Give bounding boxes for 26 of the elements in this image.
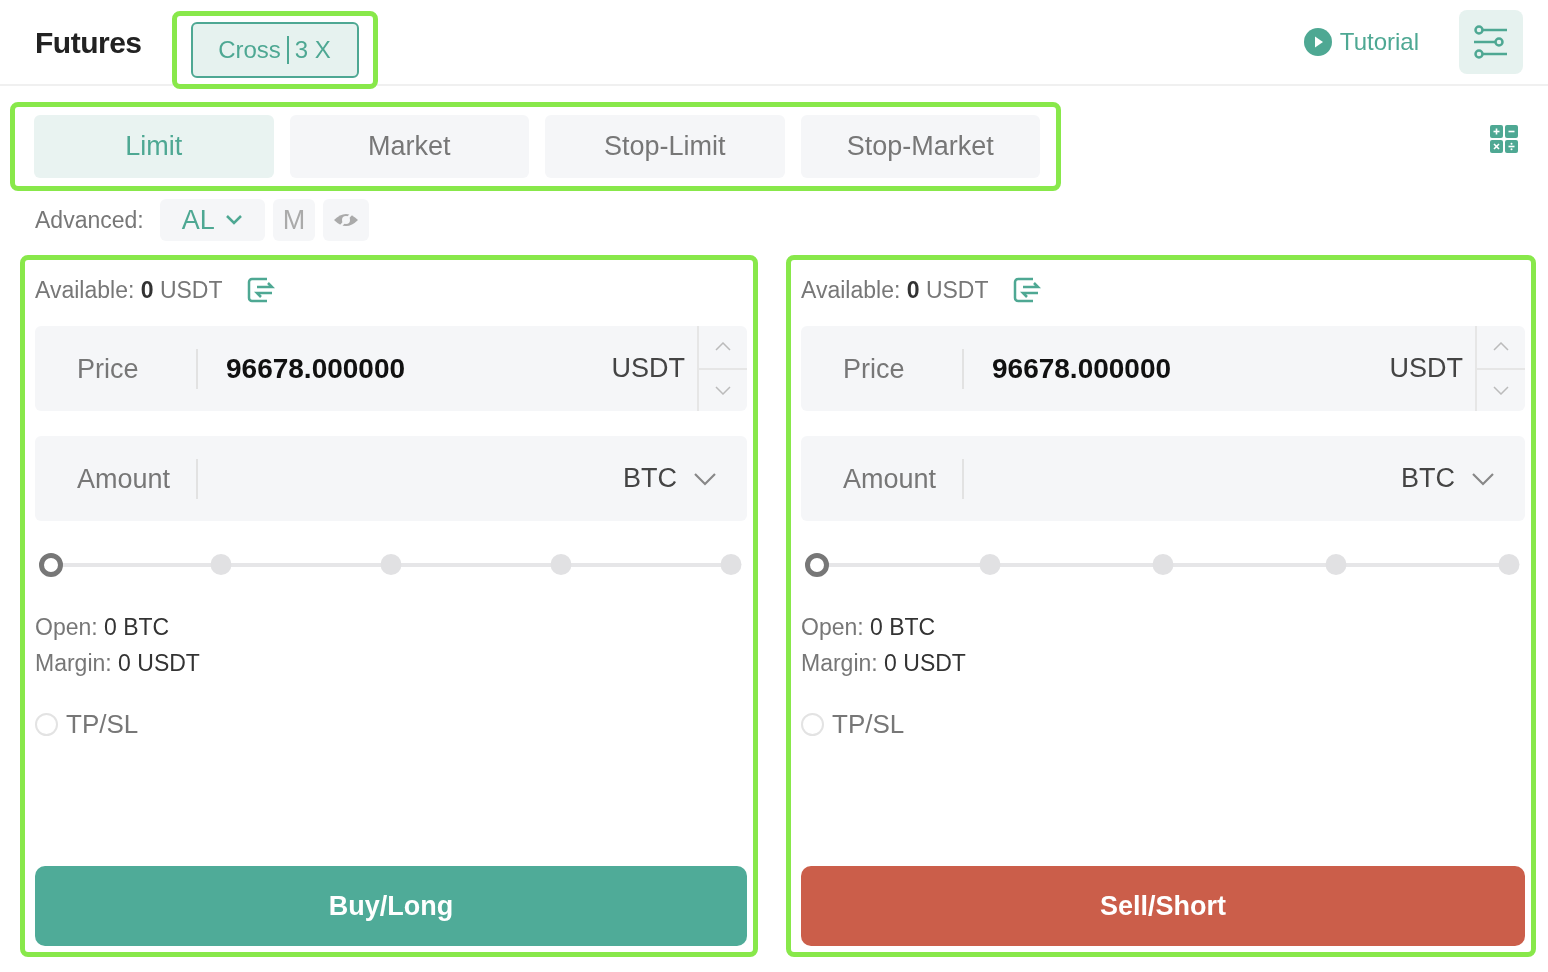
margin-mode-button[interactable]: Cross 3 X bbox=[190, 22, 359, 78]
price-field[interactable]: Price 96678.000000 USDT bbox=[801, 326, 1525, 411]
price-field[interactable]: Price 96678.000000 USDT bbox=[35, 326, 747, 411]
sell-short-button[interactable]: Sell/Short bbox=[801, 866, 1525, 946]
mode-dropdown[interactable]: AL bbox=[159, 199, 265, 241]
unit-dropdown[interactable]: BTC bbox=[1395, 457, 1501, 500]
order-type-tab[interactable]: Stop-Market bbox=[800, 115, 1040, 178]
m-toggle-button[interactable]: M bbox=[272, 199, 316, 241]
order-type-tab[interactable]: Limit bbox=[34, 115, 274, 178]
margin-amount: Margin: 0 USDT bbox=[801, 649, 967, 678]
margin-amount: Margin: 0 USDT bbox=[35, 649, 201, 678]
open-quantity: Open: 0 BTC bbox=[35, 613, 171, 642]
available-balance: Available: 0 USDT bbox=[801, 275, 989, 305]
amount-field[interactable]: Amount BTC bbox=[35, 436, 747, 521]
page-title: Futures bbox=[35, 24, 142, 61]
open-quantity: Open: 0 BTC bbox=[801, 613, 937, 642]
unit-dropdown[interactable]: BTC bbox=[617, 457, 723, 500]
order-type-tab[interactable]: Market bbox=[289, 115, 529, 178]
tpsl-radio[interactable]: TP/SL bbox=[35, 705, 747, 744]
available-balance: Available: 0 USDT bbox=[35, 275, 223, 305]
advanced-label: Advanced: bbox=[35, 205, 144, 235]
buy-long-button[interactable]: Buy/Long bbox=[35, 866, 747, 946]
amount-field[interactable]: Amount BTC bbox=[801, 436, 1525, 521]
tutorial-link[interactable]: Tutorial bbox=[1303, 24, 1419, 60]
tpsl-radio[interactable]: TP/SL bbox=[801, 705, 1525, 744]
order-type-tab[interactable]: Stop-Limit bbox=[545, 115, 785, 178]
